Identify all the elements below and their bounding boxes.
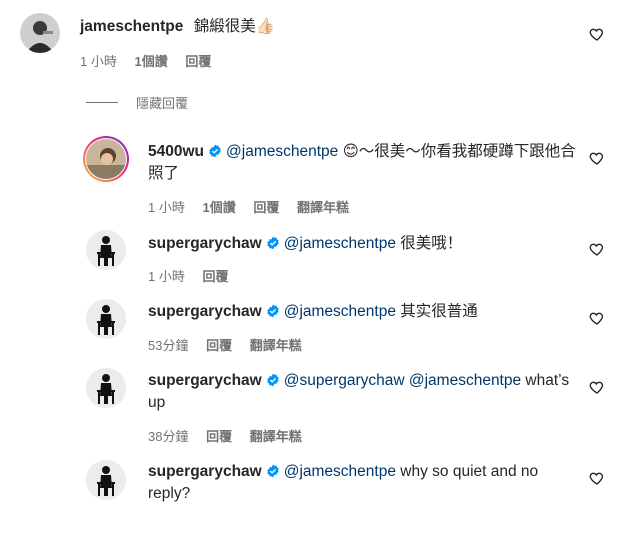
mention-link[interactable]: @jameschentpe bbox=[226, 143, 338, 160]
avatar-5400wu bbox=[86, 139, 126, 179]
comment-text: 其实很普通 bbox=[400, 303, 478, 320]
mention-link[interactable]: @jameschentpe bbox=[284, 463, 396, 480]
comment-meta: 1 小時 1個讚 回覆 翻譯年糕 bbox=[148, 197, 363, 216]
username[interactable]: 5400wu bbox=[148, 143, 204, 160]
likes-count[interactable]: 1個讚 bbox=[134, 54, 167, 69]
username[interactable]: supergarychaw bbox=[148, 303, 262, 320]
timestamp[interactable]: 1 小時 bbox=[148, 200, 185, 215]
translate-button[interactable]: 翻譯年糕 bbox=[250, 429, 302, 444]
divider bbox=[86, 102, 118, 103]
translate-button[interactable]: 翻譯年糕 bbox=[297, 200, 349, 215]
reply-button[interactable]: 回覆 bbox=[253, 200, 279, 215]
comment-text: 很美哦！ bbox=[400, 235, 463, 252]
heart-icon[interactable] bbox=[589, 26, 605, 42]
heart-icon[interactable] bbox=[589, 150, 605, 166]
reply-button[interactable]: 回覆 bbox=[202, 269, 228, 284]
timestamp[interactable]: 38分鐘 bbox=[148, 429, 188, 444]
verified-badge-icon bbox=[267, 236, 279, 250]
username[interactable]: supergarychaw bbox=[148, 372, 262, 389]
heart-icon[interactable] bbox=[589, 310, 605, 326]
comment-meta: 1 小時 1個讚 回覆 bbox=[80, 51, 225, 70]
comment-meta: 53分鐘 回覆 翻譯年糕 bbox=[148, 335, 316, 354]
mention-link[interactable]: @jameschentpe bbox=[284, 303, 396, 320]
avatar-supergarychaw[interactable] bbox=[86, 299, 126, 339]
avatar-supergarychaw[interactable] bbox=[86, 368, 126, 408]
reply-button[interactable]: 回覆 bbox=[206, 338, 232, 353]
timestamp[interactable]: 53分鐘 bbox=[148, 338, 188, 353]
verified-badge-icon bbox=[267, 464, 279, 478]
verified-badge-icon bbox=[267, 373, 279, 387]
comment-meta: 1 小時 回覆 bbox=[148, 266, 242, 285]
heart-icon[interactable] bbox=[589, 470, 605, 486]
verified-badge-icon bbox=[209, 144, 221, 158]
avatar-story-ring[interactable] bbox=[83, 136, 129, 182]
comment-text: 錦緞很美👍🏻 bbox=[193, 18, 276, 35]
avatar-supergarychaw[interactable] bbox=[86, 230, 126, 270]
timestamp[interactable]: 1 小時 bbox=[80, 54, 117, 69]
translate-button[interactable]: 翻譯年糕 bbox=[250, 338, 302, 353]
comment-meta: 38分鐘 回覆 翻譯年糕 bbox=[148, 426, 316, 445]
hide-replies-label: 隱藏回覆 bbox=[136, 96, 189, 111]
username[interactable]: jameschentpe bbox=[80, 18, 183, 35]
verified-badge-icon bbox=[267, 304, 279, 318]
avatar-jameschentpe[interactable] bbox=[20, 13, 60, 53]
reply-button[interactable]: 回覆 bbox=[185, 54, 211, 69]
username[interactable]: supergarychaw bbox=[148, 463, 262, 480]
username[interactable]: supergarychaw bbox=[148, 235, 262, 252]
mention-link[interactable]: @jameschentpe bbox=[284, 235, 396, 252]
mention-link[interactable]: @supergarychaw @jameschentpe bbox=[284, 372, 521, 389]
hide-replies-button[interactable]: 隱藏回覆 bbox=[86, 93, 188, 112]
avatar-supergarychaw[interactable] bbox=[86, 460, 126, 500]
likes-count[interactable]: 1個讚 bbox=[202, 200, 235, 215]
timestamp[interactable]: 1 小時 bbox=[148, 269, 185, 284]
reply-button[interactable]: 回覆 bbox=[206, 429, 232, 444]
heart-icon[interactable] bbox=[589, 241, 605, 257]
heart-icon[interactable] bbox=[589, 379, 605, 395]
